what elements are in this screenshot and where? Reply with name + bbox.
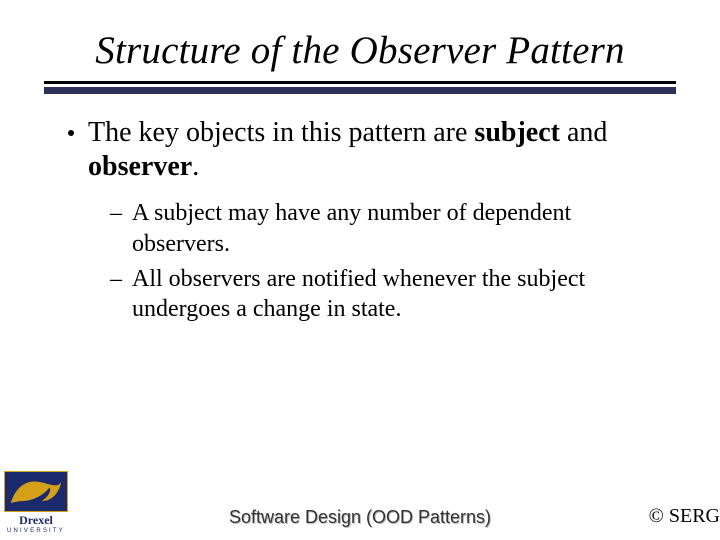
bullet-post: . (192, 151, 199, 182)
slide-footer: Drexel UNIVERSITY Software Design (OOD P… (0, 480, 720, 534)
slide: Structure of the Observer Pattern The ke… (0, 0, 720, 540)
dash-icon: – (110, 264, 122, 294)
slide-title: Structure of the Observer Pattern (42, 28, 678, 73)
sub-bullet-list: – A subject may have any number of depen… (68, 198, 670, 325)
bullet-bold-subject: subject (474, 117, 560, 148)
bullet-bold-observer: observer (88, 151, 192, 182)
title-underline (44, 81, 676, 94)
bullet-pre: The key objects in this pattern are (88, 117, 474, 148)
dash-icon: – (110, 198, 122, 228)
bullet-text: The key objects in this pattern are subj… (88, 116, 670, 184)
sub-bullet-item: – A subject may have any number of depen… (110, 198, 670, 259)
bullet-item: The key objects in this pattern are subj… (68, 116, 670, 184)
footer-copyright: © SERG (649, 505, 720, 528)
bullet-dot-icon (68, 130, 74, 136)
slide-body: The key objects in this pattern are subj… (42, 116, 678, 325)
sub-bullet-text: All observers are notified whenever the … (132, 264, 670, 325)
sub-bullet-text: A subject may have any number of depende… (132, 198, 670, 259)
sub-bullet-item: – All observers are notified whenever th… (110, 264, 670, 325)
dragon-icon (4, 471, 68, 512)
logo-subtext: UNIVERSITY (4, 528, 68, 534)
footer-center-text: Software Design (OOD Patterns) (0, 507, 720, 528)
bullet-mid: and (560, 117, 607, 148)
